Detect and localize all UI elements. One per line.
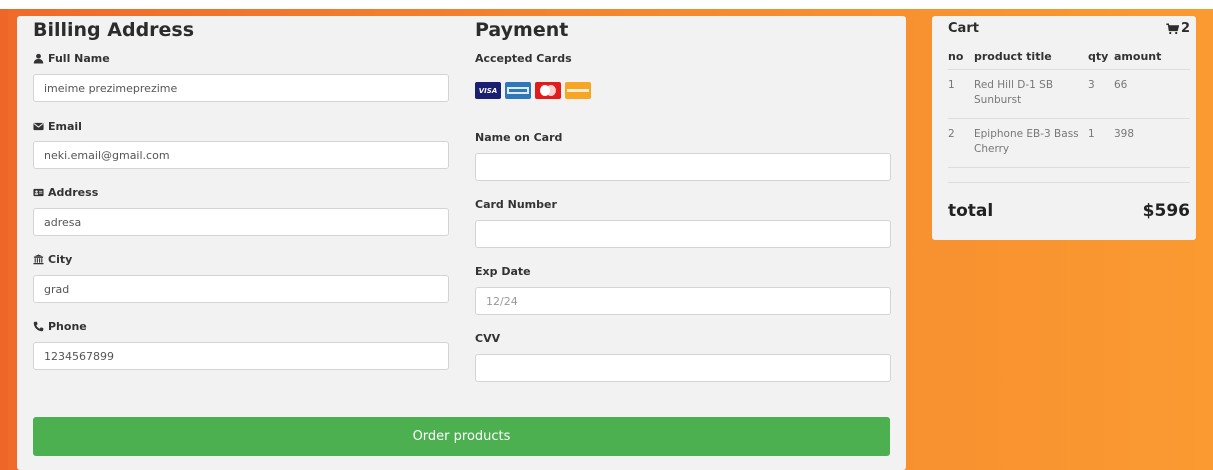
email-label: Email	[33, 120, 82, 133]
row-product-title: Epiphone EB-3 Bass Cherry	[974, 118, 1088, 168]
exp-date-label-text: Exp Date	[475, 265, 531, 278]
cart-table-header: no product title qty amount	[948, 48, 1190, 70]
top-strip	[0, 0, 1213, 9]
row-qty: 3	[1088, 69, 1114, 119]
cart-panel: Cart 2 no product title qty amount 1 Red…	[932, 16, 1196, 240]
cvv-label: CVV	[475, 332, 500, 345]
amex-icon	[505, 82, 531, 99]
institution-icon	[33, 254, 44, 265]
full-name-label-text: Full Name	[48, 52, 110, 65]
cvv-label-text: CVV	[475, 332, 501, 345]
city-label: City	[33, 253, 72, 266]
name-on-card-label-text: Name on Card	[475, 131, 563, 144]
table-row: 2 Epiphone EB-3 Bass Cherry 1 398	[948, 118, 1190, 168]
city-input[interactable]	[33, 275, 449, 303]
envelope-icon	[33, 122, 44, 131]
user-icon	[33, 53, 44, 64]
discover-icon	[565, 82, 591, 99]
table-row: 1 Red Hill D-1 SB Sunburst 3 66	[948, 69, 1190, 119]
order-products-button[interactable]: Order products	[33, 417, 890, 456]
phone-input[interactable]	[33, 342, 449, 370]
name-on-card-input[interactable]	[475, 153, 891, 181]
checkout-form: Billing Address Full Name Email Address …	[17, 16, 906, 470]
phone-icon	[33, 321, 44, 332]
cart-count-badge[interactable]: 2	[1166, 21, 1190, 36]
row-qty: 1	[1088, 118, 1114, 168]
phone-label: Phone	[33, 320, 87, 333]
column-header-amount: amount	[1114, 48, 1190, 70]
column-header-no: no	[948, 48, 974, 70]
full-name-input[interactable]	[33, 74, 449, 102]
row-no: 1	[948, 69, 974, 119]
total-label: total	[948, 201, 994, 221]
name-on-card-label: Name on Card	[475, 131, 562, 144]
left-edge	[0, 9, 8, 470]
column-header-qty: qty	[1088, 48, 1114, 70]
cart-divider	[948, 182, 1190, 183]
cart-table: no product title qty amount 1 Red Hill D…	[948, 48, 1190, 168]
cart-title: Cart	[948, 21, 979, 36]
row-amount: 398	[1114, 118, 1190, 168]
payment-title: Payment	[475, 19, 569, 41]
email-label-text: Email	[48, 120, 82, 133]
address-label-text: Address	[48, 186, 99, 199]
accepted-cards-label: Accepted Cards	[475, 52, 572, 65]
address-card-icon	[33, 188, 44, 197]
accepted-cards-icons: VISA	[475, 82, 591, 99]
row-no: 2	[948, 118, 974, 168]
address-label: Address	[33, 186, 98, 199]
cvv-input[interactable]	[475, 354, 891, 382]
city-label-text: City	[48, 253, 73, 266]
mastercard-icon	[535, 82, 561, 99]
visa-icon: VISA	[475, 82, 501, 99]
shopping-cart-icon	[1166, 23, 1179, 34]
cart-count-value: 2	[1180, 21, 1190, 36]
email-input[interactable]	[33, 141, 449, 169]
card-number-label: Card Number	[475, 198, 557, 211]
phone-label-text: Phone	[48, 320, 87, 333]
card-number-label-text: Card Number	[475, 198, 557, 211]
address-input[interactable]	[33, 208, 449, 236]
row-product-title: Red Hill D-1 SB Sunburst	[974, 69, 1088, 119]
exp-date-input[interactable]	[475, 287, 891, 315]
card-number-input[interactable]	[475, 220, 891, 248]
accepted-cards-label-text: Accepted Cards	[475, 52, 572, 65]
exp-date-label: Exp Date	[475, 265, 531, 278]
total-value: $596	[1142, 201, 1190, 221]
row-amount: 66	[1114, 69, 1190, 119]
full-name-label: Full Name	[33, 52, 110, 65]
column-header-product-title: product title	[974, 48, 1088, 70]
billing-title: Billing Address	[33, 19, 195, 41]
